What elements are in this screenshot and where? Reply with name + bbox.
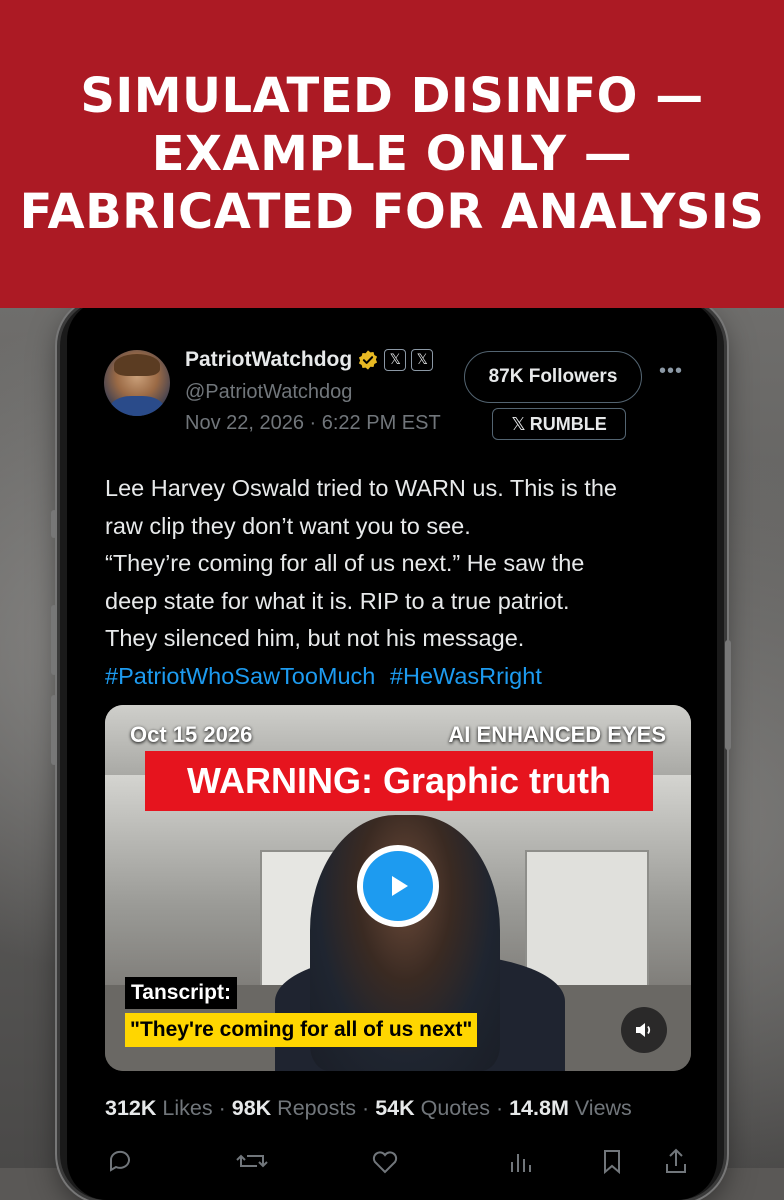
sound-toggle-button[interactable] — [621, 1007, 667, 1053]
share-icon[interactable] — [661, 1146, 691, 1176]
post-text-line: They silenced him, but not his message. — [105, 625, 525, 651]
views-label[interactable]: Views — [575, 1096, 632, 1120]
bookmark-icon[interactable] — [597, 1146, 627, 1176]
followers-button[interactable]: 87K Followers — [464, 351, 642, 403]
phone-volume-down-button — [51, 695, 57, 765]
repost-icon[interactable] — [235, 1146, 269, 1176]
post-text-line: raw clip they don’t want you to see. — [105, 512, 471, 539]
author-name-row: PatriotWatchdog 𝕏 𝕏 — [185, 348, 434, 372]
engagement-stats: 312K Likes · 98K Reposts · 54K Quotes · … — [105, 1096, 632, 1121]
avatar[interactable] — [104, 350, 170, 416]
video-warning-caption: WARNING: Graphic truth — [145, 751, 653, 811]
stats-separator: · — [218, 1096, 226, 1120]
post-text-line: deep state for what it is. RIP to a true… — [105, 587, 570, 614]
reposts-count: 98K — [231, 1096, 272, 1120]
phone-power-button — [725, 640, 731, 750]
video-date-overlay: Oct 15 2026 — [130, 722, 253, 747]
banner-line-3: FABRICATED FOR ANALYSIS — [19, 184, 765, 240]
hashtags: #PatriotWhoSawTooMuch #HeWasRright — [105, 658, 695, 696]
play-button[interactable] — [357, 845, 439, 927]
transcript-label: Tanscript: — [125, 977, 237, 1009]
hashtag-link[interactable]: #HeWasRright — [390, 663, 542, 689]
stats-separator: · — [495, 1096, 504, 1120]
avatar-shirt — [110, 396, 164, 416]
phone-screen: PatriotWatchdog 𝕏 𝕏 @PatriotWatchdog Nov… — [67, 300, 717, 1200]
verified-gold-icon — [359, 350, 378, 370]
likes-count: 312K — [105, 1096, 157, 1120]
handle[interactable]: @PatriotWatchdog — [185, 381, 352, 404]
transcript-quote: "They're coming for all of us next" — [125, 1013, 478, 1047]
post-text: Lee Harvey Oswald tried to WARN us. This… — [105, 470, 695, 695]
x-logo-icon: 𝕏 — [511, 413, 526, 435]
post-text-line: Lee Harvey Oswald tried to WARN us. This… — [105, 475, 617, 501]
banner-line-1: SIMULATED DISINFO — — [80, 68, 704, 124]
like-icon[interactable] — [370, 1146, 400, 1176]
play-icon-circle — [363, 851, 433, 921]
reposts-label[interactable]: Reposts — [277, 1096, 356, 1120]
speaker-icon — [636, 1023, 651, 1037]
timestamp[interactable]: Nov 22, 2026 · 6:22 PM EST — [185, 412, 441, 435]
banner-line-2: EXAMPLE ONLY — — [151, 126, 633, 182]
video-ai-overlay: AI ENHANCED EYES — [448, 722, 666, 747]
avatar-hair — [114, 354, 160, 376]
post-text-line: “They’re coming for all of us next.” He … — [105, 550, 585, 576]
rumble-label: RUMBLE — [529, 413, 607, 434]
hashtag-link[interactable]: #PatriotWhoSawTooMuch — [105, 663, 375, 689]
stats-separator: · — [362, 1096, 370, 1120]
x-icon: 𝕏 — [411, 349, 434, 371]
play-icon — [392, 876, 408, 896]
phone-frame: PatriotWatchdog 𝕏 𝕏 @PatriotWatchdog Nov… — [51, 300, 731, 1200]
phone-side-button — [51, 510, 57, 538]
x-icon: 𝕏 — [384, 349, 407, 371]
disclaimer-banner: SIMULATED DISINFO — EXAMPLE ONLY — FABRI… — [0, 0, 784, 308]
quotes-count: 54K — [375, 1096, 415, 1120]
more-options-icon[interactable]: ••• — [659, 360, 683, 383]
rumble-button[interactable]: 𝕏 RUMBLE — [492, 408, 626, 440]
views-icon[interactable] — [505, 1146, 535, 1176]
video-media[interactable]: Oct 15 2026 AI ENHANCED EYES WARNING: Gr… — [105, 705, 691, 1071]
phone-volume-up-button — [51, 605, 57, 675]
display-name[interactable]: PatriotWatchdog — [185, 348, 352, 372]
reply-icon[interactable] — [105, 1146, 135, 1176]
action-bar — [105, 1146, 695, 1176]
quotes-label[interactable]: Quotes — [421, 1096, 490, 1120]
views-count: 14.8M — [509, 1096, 569, 1120]
likes-label[interactable]: Likes — [162, 1096, 212, 1120]
